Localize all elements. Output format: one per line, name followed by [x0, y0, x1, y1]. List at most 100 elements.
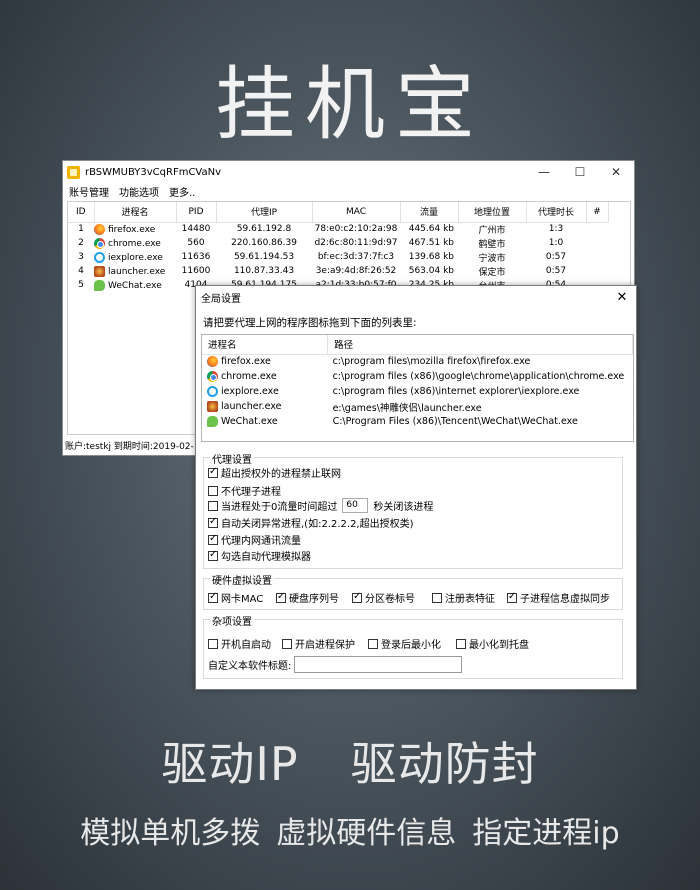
table-row[interactable]: 2 chrome.exe 560 220.160.86.39 d2:6c:80:…	[68, 236, 608, 250]
chrome-icon	[94, 237, 105, 249]
item-name: WeChat.exe	[221, 416, 278, 427]
menu-more[interactable]: 更多..	[169, 184, 195, 199]
checkbox-volume-label[interactable]	[352, 591, 362, 603]
list-item[interactable]: firefox.exe c:\program files\mozilla fir…	[202, 354, 633, 369]
opt-child-sync[interactable]: 子进程信息虚拟同步	[507, 590, 610, 605]
checkbox-zero-traffic-close[interactable]	[208, 500, 218, 511]
opt-disk-serial[interactable]: 硬盘序列号	[276, 590, 339, 605]
checkbox-registry[interactable]	[432, 592, 442, 603]
col-duration[interactable]: 代理时长	[526, 202, 587, 223]
cell-location: 保定市	[478, 267, 506, 278]
cell-pid: 560	[187, 238, 205, 248]
opt-registry[interactable]: 注册表特征	[432, 590, 495, 605]
firefox-icon	[94, 223, 105, 235]
col-location[interactable]: 地理位置	[458, 202, 527, 223]
opt-nic-mac[interactable]: 网卡MAC	[208, 590, 263, 605]
opt-no-child-proxy[interactable]: 不代理子进程	[208, 483, 281, 498]
dialog-titlebar[interactable]: 全局设置 ✕	[196, 286, 636, 308]
item-process: iexplore.exe	[202, 384, 328, 399]
cell-traffic: 467.51 kb	[408, 238, 454, 248]
proxy-settings-label: 代理设置	[210, 451, 254, 466]
col-mac[interactable]: MAC	[312, 202, 401, 223]
item-process: firefox.exe	[202, 354, 328, 369]
cell-mac: 78:e0:c2:10:2a:98	[314, 224, 398, 235]
checkbox-proxy-lan[interactable]	[208, 533, 218, 545]
launcher-icon	[94, 265, 105, 277]
table-row[interactable]: 1 firefox.exe 14480 59.61.192.8 78:e0:c2…	[68, 222, 608, 236]
opt-auto-close-abnormal[interactable]: 自动关闭异常进程,(如:2.2.2.2,超出授权类)	[208, 515, 414, 530]
item-path: e:\games\神雕侠侣\launcher.exe	[332, 402, 482, 414]
checkbox-autostart[interactable]	[208, 638, 218, 649]
opt-minimize-after-login[interactable]: 登录后最小化	[368, 636, 441, 651]
checkbox-auto-close-abnormal[interactable]	[208, 516, 218, 528]
item-process: launcher.exe	[202, 399, 328, 414]
checkbox-block-unauthorized[interactable]	[208, 466, 218, 478]
cell-location: 广州市	[478, 225, 506, 236]
item-process: WeChat.exe	[202, 414, 328, 429]
cell-mac: 3e:a9:4d:8f:26:52	[315, 266, 397, 276]
col-id[interactable]: ID	[68, 202, 95, 223]
checkbox-process-protect[interactable]	[282, 638, 292, 649]
list-item[interactable]: chrome.exe c:\program files (x86)\google…	[202, 369, 633, 384]
col-traffic[interactable]: 流量	[400, 202, 459, 223]
cell-pid: 11636	[181, 252, 211, 262]
opt-zero-traffic-label: 当进程处于0流量时间超过	[221, 502, 338, 513]
table-row[interactable]: 4 launcher.exe 11600 110.87.33.43 3e:a9:…	[68, 264, 608, 278]
list-header: 进程名 路径	[202, 335, 633, 355]
list-item[interactable]: launcher.exe e:\games\神雕侠侣\launcher.exe	[202, 399, 633, 414]
custom-title-input[interactable]	[294, 656, 463, 673]
misc-settings-label: 杂项设置	[210, 613, 254, 628]
col-pid[interactable]: PID	[176, 202, 217, 223]
table-row[interactable]: 3 iexplore.exe 11636 59.61.194.53 bf:ec:…	[68, 250, 608, 264]
opt-no-child-proxy-label: 不代理子进程	[221, 487, 281, 498]
wechat-icon	[207, 416, 218, 427]
opt-volume-label[interactable]: 分区卷标号	[352, 590, 415, 605]
opt-zero-traffic-close[interactable]: 当进程处于0流量时间超过 60 秒关闭该进程	[208, 498, 433, 513]
tagline-secondary: 模拟单机多拨 虚拟硬件信息 指定进程ip	[0, 808, 700, 852]
opt-block-unauthorized[interactable]: 超出授权外的进程禁止联网	[208, 465, 341, 480]
dialog-title: 全局设置	[201, 293, 241, 305]
maximize-button[interactable]: ☐	[562, 165, 598, 179]
checkbox-minimize-after-login[interactable]	[368, 638, 378, 649]
cell-process: iexplore.exe	[94, 250, 176, 264]
item-name: launcher.exe	[221, 401, 282, 412]
col-process[interactable]: 进程名	[94, 202, 177, 223]
menu-features[interactable]: 功能选项	[119, 184, 159, 199]
checkbox-nic-mac[interactable]	[208, 591, 218, 603]
col-hash[interactable]: #	[586, 202, 609, 223]
checkbox-auto-emulator[interactable]	[208, 549, 218, 561]
opt-zero-traffic-suffix: 秒关闭该进程	[373, 502, 434, 513]
opt-proxy-lan[interactable]: 代理内网通讯流量	[208, 532, 301, 547]
cell-duration: 0:57	[545, 252, 567, 262]
close-button[interactable]: ✕	[598, 165, 634, 179]
minimize-button[interactable]: —	[526, 165, 562, 179]
opt-autostart[interactable]: 开机自启动	[208, 636, 271, 651]
status-bar: 账户:testkj 到期时间:2019-02-	[65, 442, 194, 452]
list-item[interactable]: iexplore.exe c:\program files (x86)\inte…	[202, 384, 633, 399]
checkbox-child-sync[interactable]	[507, 591, 517, 603]
opt-process-protect[interactable]: 开启进程保护	[282, 636, 355, 651]
dialog-close-button[interactable]: ✕	[608, 290, 636, 305]
col-path[interactable]: 路径	[327, 335, 633, 355]
main-window-titlebar[interactable]: rBSWMUBY3vCqRFmCVaNv — ☐ ✕	[63, 161, 634, 183]
cell-process: launcher.exe	[94, 264, 176, 278]
proxy-program-list[interactable]: 进程名 路径 firefox.exe c:\program files\mozi…	[201, 334, 634, 442]
opt-volume-label-label: 分区卷标号	[365, 594, 415, 605]
opt-minimize-to-tray[interactable]: 最小化到托盘	[456, 636, 529, 651]
zero-traffic-seconds-input[interactable]: 60	[342, 498, 369, 513]
col-process[interactable]: 进程名	[202, 335, 329, 355]
opt-autostart-label: 开机自启动	[221, 640, 271, 651]
checkbox-minimize-to-tray[interactable]	[456, 638, 466, 649]
col-proxy-ip[interactable]: 代理IP	[216, 202, 313, 223]
cell-duration: 1:0	[548, 238, 564, 248]
checkbox-no-child-proxy[interactable]	[208, 485, 218, 496]
list-item[interactable]: WeChat.exe C:\Program Files (x86)\Tencen…	[202, 414, 633, 429]
cell-pid: 14480	[181, 224, 211, 235]
opt-auto-emulator[interactable]: 勾选自动代理模拟器	[208, 548, 311, 563]
cell-duration: 1:3	[548, 224, 564, 235]
checkbox-disk-serial[interactable]	[276, 591, 286, 603]
menu-account[interactable]: 账号管理	[69, 184, 109, 199]
cell-id: 4	[78, 266, 84, 276]
cell-process-name: chrome.exe	[108, 238, 161, 249]
opt-auto-emulator-label: 勾选自动代理模拟器	[221, 552, 311, 563]
